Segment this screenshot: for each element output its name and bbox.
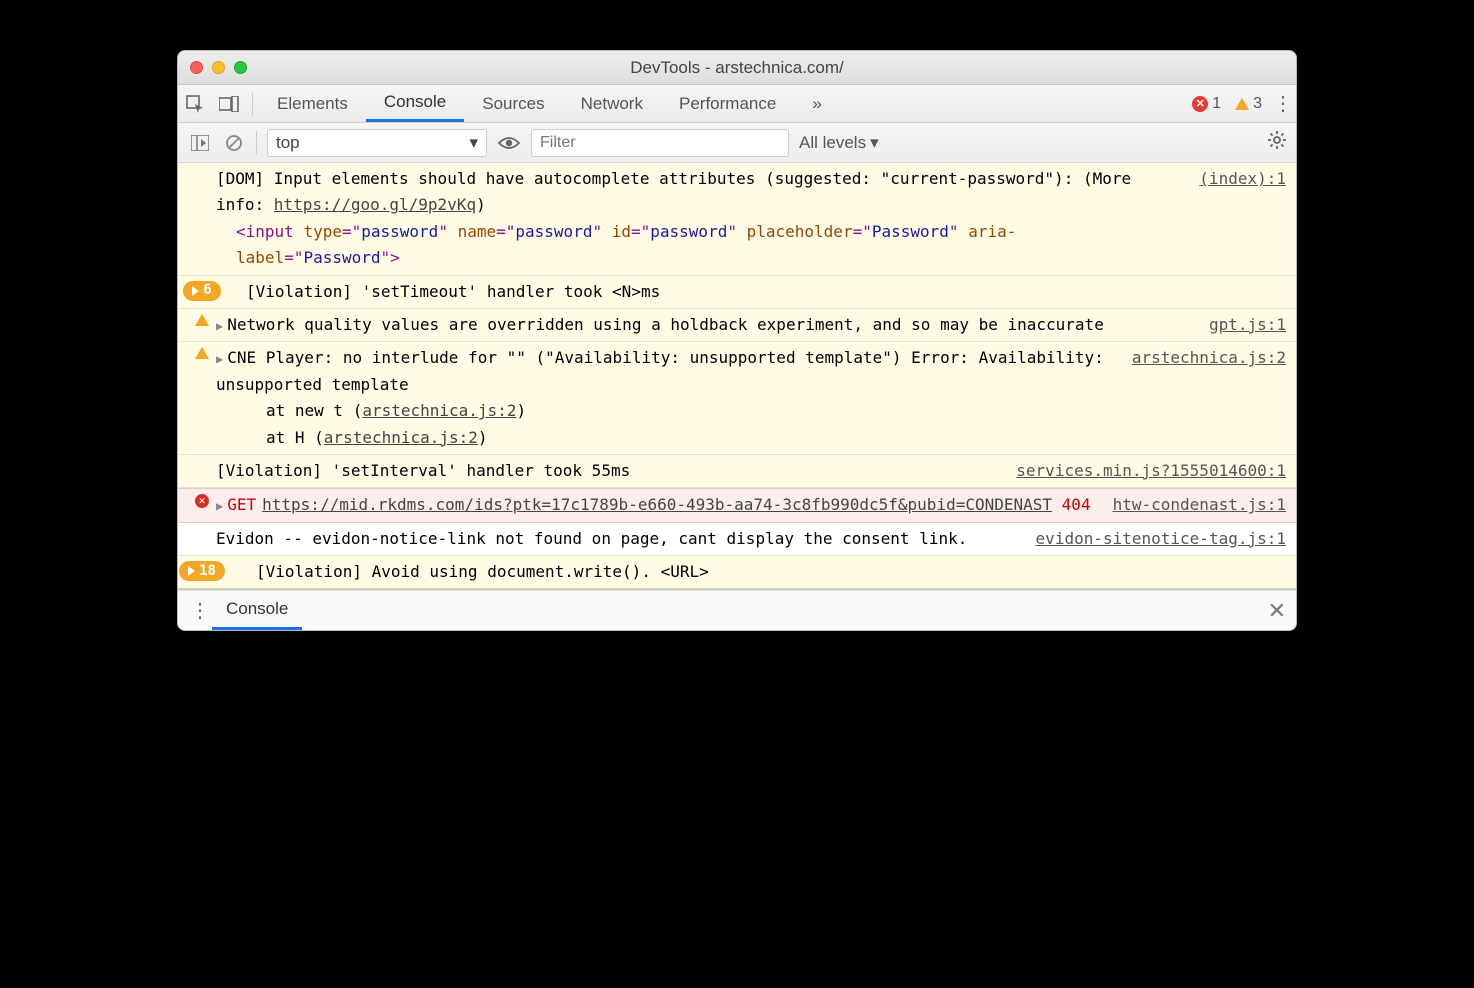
error-icon: ✕ [195, 494, 209, 508]
log-row-violation[interactable]: 6 [Violation] 'setTimeout' handler took … [178, 276, 1296, 309]
warning-icon [195, 347, 209, 359]
chevron-down-icon: ▾ [469, 133, 478, 153]
warning-count: 3 [1253, 95, 1262, 113]
inspect-element-icon[interactable] [181, 90, 209, 118]
console-log-area: [DOM] Input elements should have autocom… [178, 163, 1296, 590]
log-text: [Violation] Avoid using document.write()… [216, 559, 1286, 585]
panel-tabbar: Elements Console Sources Network Perform… [178, 85, 1296, 123]
drawer-kebab-icon[interactable]: ⋮ [188, 598, 212, 623]
log-row-info[interactable]: Evidon -- evidon-notice-link not found o… [178, 523, 1296, 556]
stack-link[interactable]: arstechnica.js:2 [362, 401, 516, 420]
context-selector[interactable]: top ▾ [267, 129, 487, 157]
drawer-tab-console[interactable]: Console [212, 591, 302, 630]
window-title: DevTools - arstechnica.com/ [178, 58, 1296, 78]
log-row-violation[interactable]: [Violation] 'setInterval' handler took 5… [178, 455, 1296, 488]
clear-console-icon[interactable] [222, 131, 246, 155]
error-count-icon: ✕ [1192, 96, 1208, 112]
tab-console[interactable]: Console [366, 85, 464, 122]
warning-count-icon [1235, 98, 1249, 110]
console-toolbar: top ▾ All levels ▾ [178, 123, 1296, 163]
titlebar: DevTools - arstechnica.com/ [178, 51, 1296, 85]
drawer: ⋮ Console ✕ [178, 590, 1296, 630]
toggle-sidebar-icon[interactable] [188, 131, 212, 155]
tab-performance[interactable]: Performance [661, 85, 794, 122]
log-row-warning[interactable]: [DOM] Input elements should have autocom… [178, 163, 1296, 276]
device-toolbar-icon[interactable] [215, 90, 243, 118]
tab-sources[interactable]: Sources [464, 85, 562, 122]
live-expression-icon[interactable] [497, 131, 521, 155]
http-method: GET [227, 495, 256, 514]
drawer-close-icon[interactable]: ✕ [1268, 598, 1286, 624]
log-source-link[interactable]: (index):1 [1199, 166, 1286, 272]
tab-network[interactable]: Network [563, 85, 661, 122]
log-row-warning[interactable]: ▶CNE Player: no interlude for "" ("Avail… [178, 342, 1296, 455]
log-text: Evidon -- evidon-notice-link not found o… [216, 526, 1026, 552]
log-source-link[interactable]: evidon-sitenotice-tag.js:1 [1036, 526, 1286, 552]
log-link[interactable]: https://mid.rkdms.com/ids?ptk=17c1789b-e… [262, 495, 1052, 514]
disclosure-icon[interactable]: ▶ [216, 352, 223, 366]
log-text: CNE Player: no interlude for "" ("Availa… [216, 348, 1104, 393]
tab-overflow[interactable]: » [794, 85, 839, 122]
tab-elements[interactable]: Elements [259, 85, 366, 122]
issue-counts[interactable]: ✕ 1 3 [1192, 95, 1262, 113]
stack-link[interactable]: arstechnica.js:2 [324, 428, 478, 447]
error-count: 1 [1212, 95, 1221, 113]
http-status: 404 [1062, 495, 1091, 514]
disclosure-icon[interactable]: ▶ [216, 499, 223, 513]
settings-kebab-icon[interactable]: ⋮ [1270, 91, 1296, 116]
warning-icon [195, 314, 209, 326]
chevron-down-icon: ▾ [870, 133, 879, 153]
log-text: [Violation] 'setTimeout' handler took <N… [216, 279, 1286, 305]
log-source-link[interactable]: services.min.js?1555014600:1 [1016, 458, 1286, 484]
log-link[interactable]: https://goo.gl/9p2vKq [274, 195, 476, 214]
log-level-selector[interactable]: All levels ▾ [799, 133, 879, 153]
log-level-label: All levels [799, 133, 866, 153]
log-row-error[interactable]: ✕ ▶ GET https://mid.rkdms.com/ids?ptk=17c1… [178, 488, 1296, 522]
console-settings-icon[interactable] [1268, 131, 1286, 155]
disclosure-icon[interactable]: ▶ [216, 319, 223, 333]
log-source-link[interactable]: gpt.js:1 [1209, 312, 1286, 338]
log-source-link[interactable]: htw-condenast.js:1 [1113, 492, 1286, 518]
log-row-warning[interactable]: ▶ Network quality values are overridden u… [178, 309, 1296, 342]
log-source-link[interactable]: arstechnica.js:2 [1132, 345, 1286, 451]
log-row-violation[interactable]: 18 [Violation] Avoid using document.writ… [178, 556, 1296, 589]
context-value: top [276, 133, 300, 153]
log-text: [Violation] 'setInterval' handler took 5… [216, 458, 1006, 484]
log-text: Network quality values are overridden us… [227, 315, 1104, 334]
filter-input[interactable] [531, 129, 789, 157]
devtools-window: DevTools - arstechnica.com/ Elements Con… [177, 50, 1297, 631]
